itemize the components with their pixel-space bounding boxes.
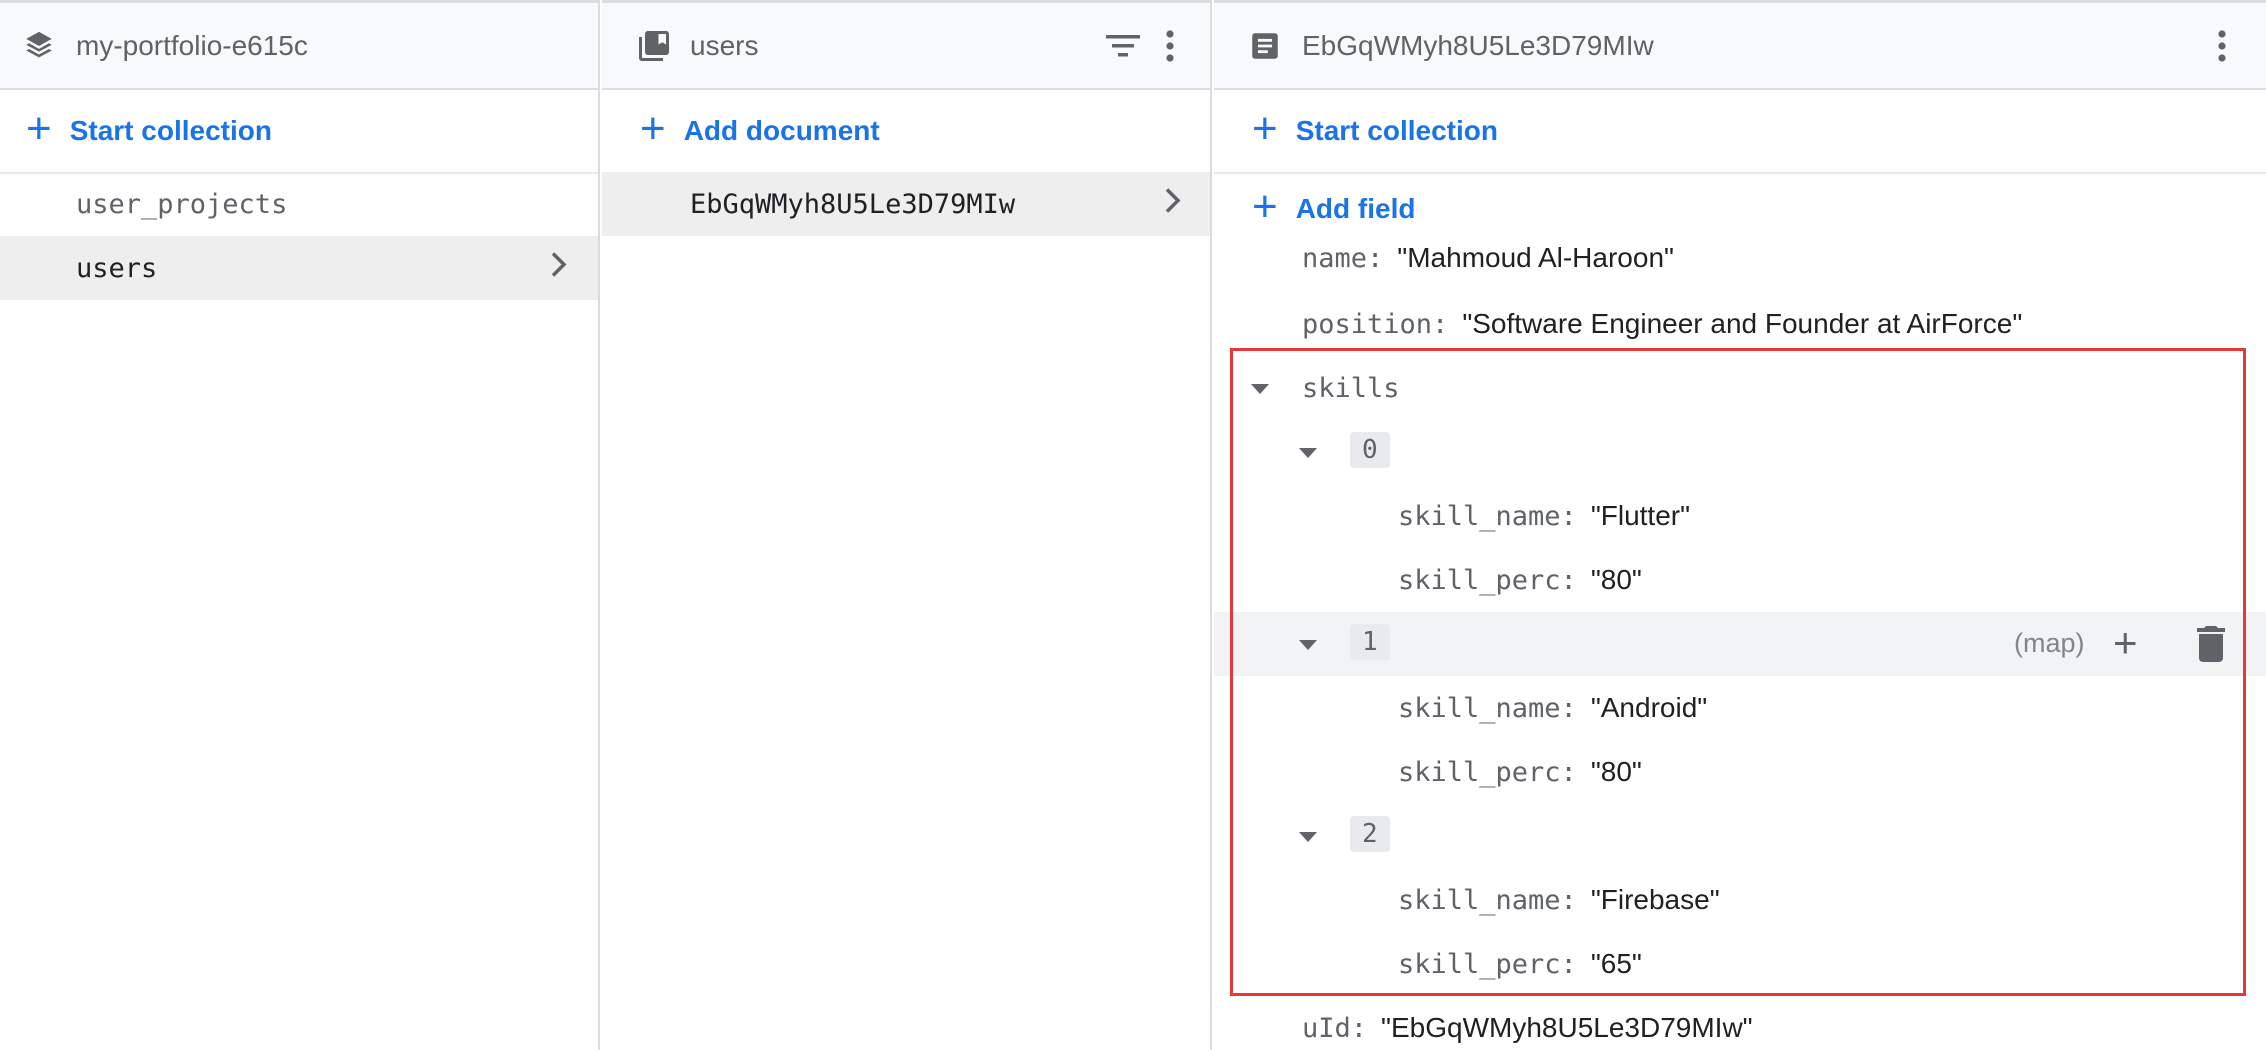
- add-field-label: Add field: [1295, 193, 1416, 224]
- chevron-right-icon: [1162, 186, 1184, 223]
- project-name: my-portfolio-e615c: [76, 29, 308, 61]
- document-icon: [1248, 29, 1282, 63]
- add-field-button[interactable]: + Add field: [1214, 176, 2266, 242]
- field-value: "EbGqWMyh8U5Le3D79MIw": [1381, 1012, 1753, 1043]
- add-document-button[interactable]: + Add document: [602, 90, 1210, 174]
- field-key: name:: [1302, 242, 1384, 274]
- field-position[interactable]: position: "Software Engineer and Founder…: [1302, 292, 2266, 356]
- chevron-right-icon: [548, 250, 570, 287]
- document-header: EbGqWMyh8U5Le3D79MIw: [1214, 0, 2266, 90]
- add-icon: +: [640, 104, 666, 153]
- collection-item-users[interactable]: users: [0, 236, 598, 300]
- collection-item-user-projects[interactable]: user_projects: [0, 172, 598, 236]
- collection-header: users: [602, 0, 1210, 90]
- highlight-box: [1230, 348, 2246, 996]
- field-key: uId:: [1302, 1012, 1368, 1044]
- field-value: "Software Engineer and Founder at AirFor…: [1462, 308, 2023, 339]
- field-key: position:: [1302, 308, 1449, 340]
- more-vert-icon[interactable]: [1164, 29, 1176, 63]
- start-collection-label: Start collection: [1295, 115, 1498, 146]
- collection-label: users: [76, 252, 158, 284]
- collection-label: user_projects: [76, 188, 288, 220]
- start-collection-label: Start collection: [69, 115, 272, 146]
- filter-icon[interactable]: [1104, 31, 1142, 61]
- document-id: EbGqWMyh8U5Le3D79MIw: [690, 188, 1016, 220]
- document-item[interactable]: EbGqWMyh8U5Le3D79MIw: [602, 172, 1210, 236]
- collection-icon: [636, 28, 672, 64]
- add-document-label: Add document: [683, 115, 880, 146]
- collections-panel: my-portfolio-e615c + Start collection us…: [0, 0, 600, 1050]
- add-icon: +: [1252, 104, 1278, 153]
- more-vert-icon[interactable]: [2216, 29, 2228, 63]
- project-header: my-portfolio-e615c: [0, 0, 598, 90]
- field-value: "Mahmoud Al-Haroon": [1397, 242, 1674, 273]
- firebase-stack-icon: [22, 29, 56, 63]
- documents-panel: users + Add document EbGqWMyh8U5Le3D79MI…: [602, 0, 1212, 1050]
- collection-title: users: [690, 29, 759, 61]
- add-icon: +: [1252, 182, 1278, 231]
- document-title: EbGqWMyh8U5Le3D79MIw: [1302, 29, 1654, 61]
- add-icon: +: [26, 104, 52, 153]
- start-collection-button[interactable]: + Start collection: [0, 90, 598, 174]
- field-uid[interactable]: uId: "EbGqWMyh8U5Le3D79MIw": [1302, 996, 2266, 1050]
- start-subcollection-button[interactable]: + Start collection: [1214, 90, 2266, 174]
